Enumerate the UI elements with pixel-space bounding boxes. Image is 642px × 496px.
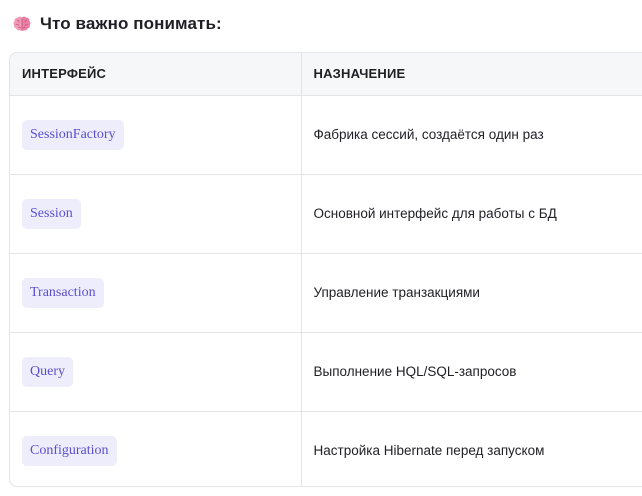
interface-cell: Transaction (10, 253, 302, 333)
purpose-cell: Основной интерфейс для работы с БД (301, 174, 642, 254)
interface-code-chip: Query (22, 356, 73, 387)
interface-code-chip: SessionFactory (22, 119, 124, 150)
interface-cell: Query (10, 332, 302, 412)
interface-code-chip: Transaction (22, 277, 104, 308)
purpose-cell: Выполнение HQL/SQL-запросов (301, 332, 642, 412)
section-heading: Что важно понимать: (12, 10, 222, 38)
interface-code-chip: Session (22, 198, 81, 229)
column-header-purpose: НАЗНАЧЕНИЕ (301, 53, 642, 96)
brain-icon (12, 14, 32, 34)
table-row: Query Выполнение HQL/SQL-запросов (10, 332, 642, 412)
table-row: Session Основной интерфейс для работы с … (10, 174, 642, 254)
purpose-cell: Управление транзакциями (301, 253, 642, 333)
table-row: Transaction Управление транзакциями (10, 253, 642, 333)
column-header-interface: ИНТЕРФЕЙС (10, 53, 302, 96)
interfaces-table: ИНТЕРФЕЙС НАЗНАЧЕНИЕ SessionFactory Фабр… (9, 52, 642, 487)
purpose-cell: Настройка Hibernate перед запуском (313, 443, 545, 459)
heading-title: Что важно понимать: (40, 14, 222, 33)
interface-code-chip: Configuration (22, 435, 117, 466)
table-header-row: ИНТЕРФЕЙС НАЗНАЧЕНИЕ (10, 53, 642, 96)
table-row: Configuration Настройка Hibernate перед … (10, 411, 642, 486)
purpose-cell: Фабрика сессий, создаётся один раз (301, 95, 642, 175)
table-row: SessionFactory Фабрика сессий, создаётся… (10, 95, 642, 175)
interface-cell: Session (10, 174, 302, 254)
interface-cell: SessionFactory (10, 95, 302, 175)
interface-cell: Configuration (10, 411, 302, 486)
